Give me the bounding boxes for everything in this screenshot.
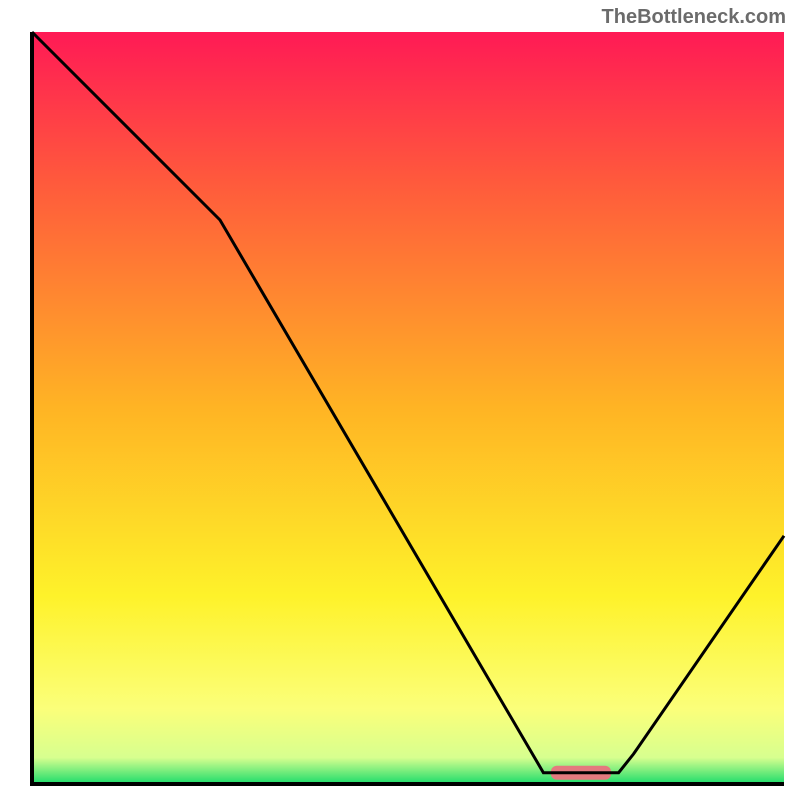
bottleneck-chart [0, 0, 800, 800]
watermark-text: TheBottleneck.com [602, 6, 786, 29]
chart-container: TheBottleneck.com [0, 0, 800, 800]
